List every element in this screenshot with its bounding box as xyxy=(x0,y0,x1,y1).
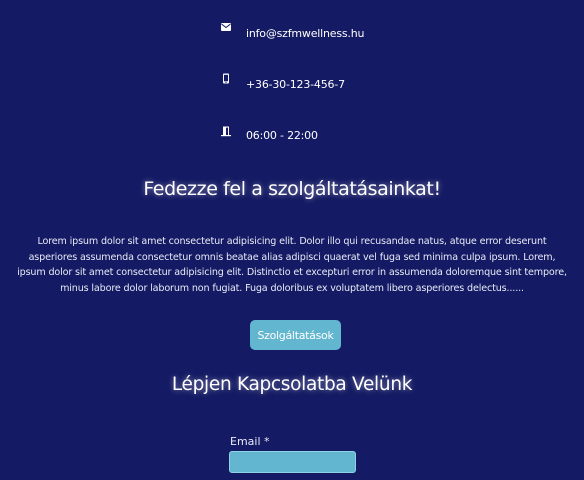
services-description: Lorem ipsum dolor sit amet consectetur a… xyxy=(17,236,567,294)
envelope-icon xyxy=(220,18,232,31)
email-input[interactable] xyxy=(229,451,356,473)
contact-heading: Lépjen Kapcsolatba Velünk xyxy=(171,374,413,395)
contact-email[interactable]: info@szfmwellness.hu xyxy=(246,27,364,40)
mobile-phone-icon xyxy=(220,70,232,84)
contact-phone[interactable]: +36-30-123-456-7 xyxy=(246,78,345,91)
email-label: Email * xyxy=(230,435,270,448)
opening-hours: 06:00 - 22:00 xyxy=(246,129,318,142)
services-heading: Fedezze fel a szolgáltatásainkat! xyxy=(143,178,441,200)
page: info@szfmwellness.hu +36-30-123-456-7 06… xyxy=(0,0,584,480)
door-open-icon xyxy=(220,122,232,137)
services-button[interactable]: Szolgáltatások xyxy=(250,320,341,350)
